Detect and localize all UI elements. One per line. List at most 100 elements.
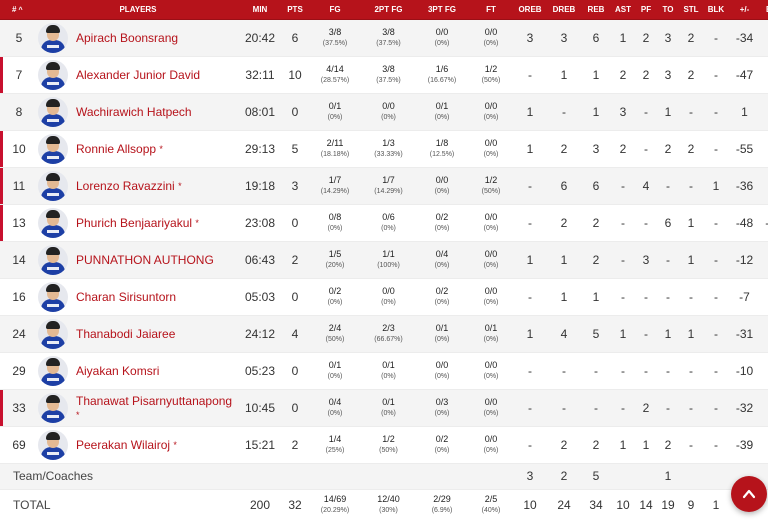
minutes: 10:45 (238, 389, 282, 427)
player-name[interactable]: Wachirawich Hatpech (76, 105, 192, 119)
player-name-link[interactable]: Lorenzo Ravazzini * (76, 179, 182, 193)
free-throws: 1/2 (484, 174, 498, 185)
player-name[interactable]: Ronnie Allsopp (76, 142, 156, 156)
three-point-fg: 0/1 (435, 100, 449, 111)
col-header-dreb[interactable]: DREB (547, 0, 581, 20)
player-photo[interactable] (38, 244, 68, 275)
jersey-number: 5 (0, 19, 38, 57)
player-name-link[interactable]: PUNNATHON AUTHONG (76, 253, 214, 267)
assists: - (611, 241, 635, 279)
three-point-fg: 1/8 (435, 137, 449, 148)
player-photo[interactable] (38, 281, 68, 312)
player-photo[interactable] (38, 392, 68, 423)
assists: - (611, 167, 635, 205)
player-photo[interactable] (38, 170, 68, 201)
two-point-fg-pct: (14.29%) (374, 187, 403, 195)
col-header-plus-minus[interactable]: +/- (729, 0, 760, 20)
player-photo[interactable] (38, 318, 68, 349)
player-name-link[interactable]: Thanawat Pisarnyuttanapong * (76, 394, 238, 422)
defensive-rebounds: - (547, 93, 581, 131)
col-header-pts[interactable]: PTS (282, 0, 308, 20)
player-name-link[interactable]: Wachirawich Hatpech (76, 105, 192, 119)
jersey-number-text: 14 (12, 252, 26, 267)
personal-fouls: - (635, 278, 657, 316)
player-name-link[interactable]: Peerakan Wilairoj * (76, 438, 177, 452)
player-photo[interactable] (38, 207, 68, 238)
captain-marker: * (159, 143, 163, 154)
totals-row: TOTAL 200 32 14/69 (20.29%) 12/40 (30%) 2/… (0, 489, 768, 521)
col-header-ft[interactable]: FT (469, 0, 513, 20)
col-header-reb[interactable]: REB (581, 0, 611, 20)
col-header-blk[interactable]: BLK (703, 0, 729, 20)
steals: - (679, 167, 703, 205)
player-name[interactable]: PUNNATHON AUTHONG (76, 253, 214, 267)
starter-indicator (0, 389, 3, 426)
col-header-to[interactable]: TO (657, 0, 679, 20)
col-header-2pt-fg[interactable]: 2PT FG (362, 0, 415, 20)
player-name[interactable]: Alexander Junior David (76, 68, 200, 82)
player-name-link[interactable]: Charan Sirisuntorn (76, 290, 176, 304)
player-name[interactable]: Thanawat Pisarnyuttanapong (76, 394, 232, 408)
team-reb: 5 (581, 463, 611, 490)
total-reb: 34 (581, 489, 611, 521)
player-name[interactable]: Peerakan Wilairoj (76, 438, 170, 452)
player-photo[interactable] (38, 355, 68, 386)
player-name[interactable]: Charan Sirisuntorn (76, 290, 176, 304)
player-name-link[interactable]: Aiyakan Komsri (76, 364, 159, 378)
player-name[interactable]: Lorenzo Ravazzini (76, 179, 175, 193)
minutes: 29:13 (238, 130, 282, 168)
team-coaches-label: Team/Coaches (0, 463, 238, 490)
sort-icon[interactable]: ^ (18, 7, 22, 14)
offensive-rebounds: - (513, 278, 547, 316)
player-name-link[interactable]: Thanabodi Jaiaree (76, 327, 175, 341)
two-point-fg: 1/7 (382, 174, 395, 185)
col-header-pf[interactable]: PF (635, 0, 657, 20)
turnovers: 3 (657, 19, 679, 57)
free-throws-pct: (0%) (483, 39, 499, 47)
minutes: 05:03 (238, 278, 282, 316)
turnovers: - (657, 167, 679, 205)
player-name[interactable]: Phurich Benjaariyakul (76, 216, 192, 230)
scroll-to-top-button[interactable] (731, 476, 767, 512)
defensive-rebounds: 2 (547, 204, 581, 242)
col-header-3pt-fg[interactable]: 3PT FG (415, 0, 469, 20)
total-ft: 2/5 (484, 494, 498, 505)
col-header-ast[interactable]: AST (611, 0, 635, 20)
field-goals-pct: (20%) (325, 261, 345, 269)
col-header-players[interactable]: PLAYERS (38, 0, 238, 20)
blocks: - (703, 389, 729, 427)
jersey-number: 29 (0, 352, 38, 390)
player-photo[interactable] (38, 133, 68, 164)
player-name[interactable]: Thanabodi Jaiaree (76, 327, 175, 341)
table-row: 13 Phurich Benjaariyakul * 23:08 0 0/8 (0%) 0/… (0, 204, 768, 242)
free-throws-pct: (0%) (483, 335, 499, 343)
assists: 1 (611, 426, 635, 464)
player-name[interactable]: Aiyakan Komsri (76, 364, 159, 378)
col-header-stl[interactable]: STL (679, 0, 703, 20)
player-name-link[interactable]: Phurich Benjaariyakul * (76, 216, 199, 230)
efficiency: -1 (760, 352, 768, 390)
col-header-oreb[interactable]: OREB (513, 0, 547, 20)
field-goals-pct: (0%) (327, 298, 343, 306)
jersey-number-text: 13 (12, 215, 26, 230)
col-header-min[interactable]: MIN (238, 0, 282, 20)
col-header-number[interactable]: # ^ (0, 0, 38, 20)
free-throws: 0/0 (484, 26, 498, 37)
total-pts: 32 (282, 489, 308, 521)
player-photo[interactable] (38, 429, 68, 460)
col-header-fg[interactable]: FG (308, 0, 362, 20)
player-name[interactable]: Apirach Boonsrang (76, 31, 178, 45)
minutes: 06:43 (238, 241, 282, 279)
player-photo[interactable] (38, 59, 68, 90)
player-photo[interactable] (38, 96, 68, 127)
player-name-link[interactable]: Ronnie Allsopp * (76, 142, 163, 156)
player-name-link[interactable]: Alexander Junior David (76, 68, 200, 82)
efficiency: 1 (760, 130, 768, 168)
defensive-rebounds: 1 (547, 278, 581, 316)
player-photo[interactable] (38, 22, 68, 53)
total-min: 200 (238, 489, 282, 521)
col-header-eff[interactable]: EFF (760, 0, 768, 20)
minutes: 23:08 (238, 204, 282, 242)
assists: - (611, 389, 635, 427)
player-name-link[interactable]: Apirach Boonsrang (76, 31, 178, 45)
